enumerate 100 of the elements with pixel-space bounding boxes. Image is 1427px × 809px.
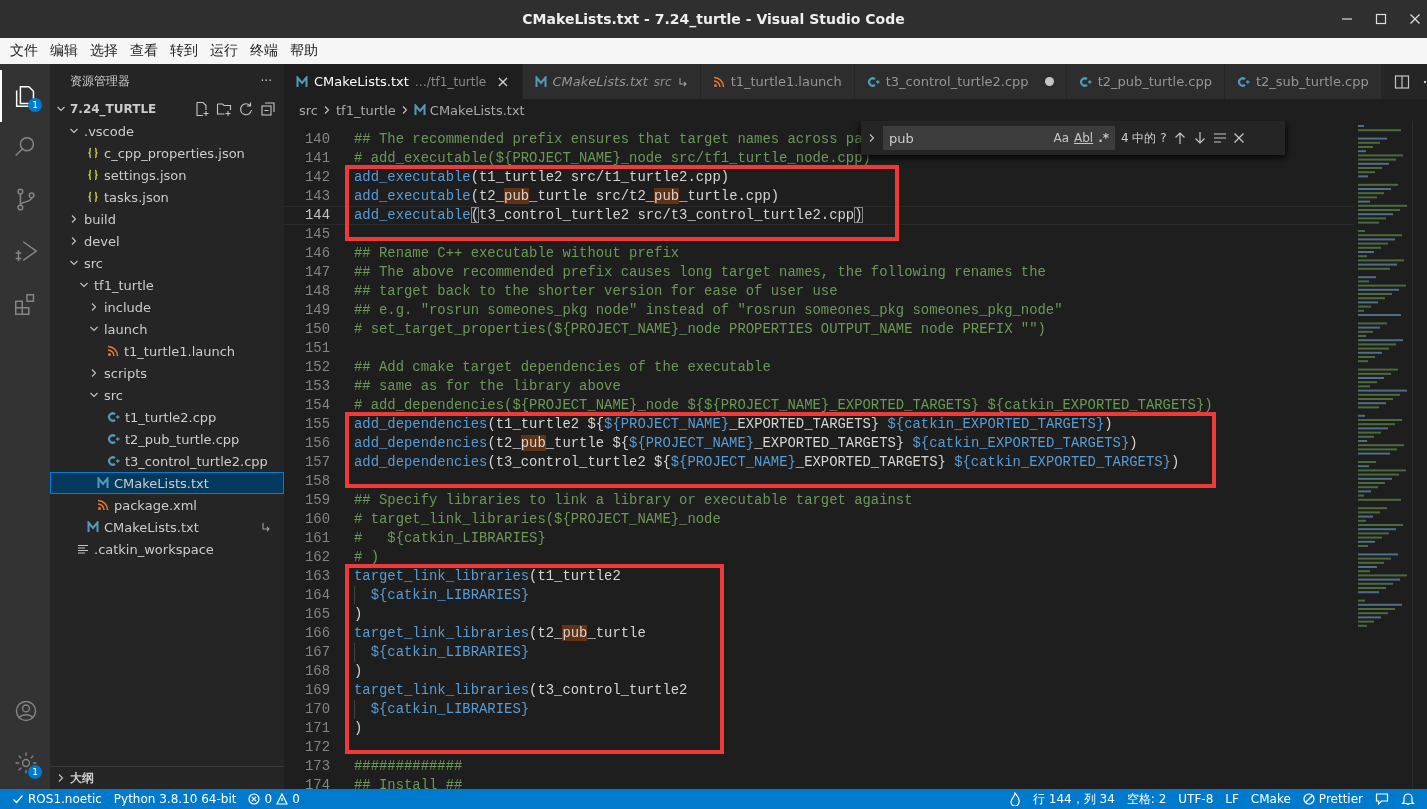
breadcrumb-item[interactable]: tf1_turtle (336, 102, 396, 118)
menu-item[interactable]: 选择 (84, 42, 124, 60)
menu-item[interactable]: 编辑 (44, 42, 84, 60)
menu-item[interactable]: 转到 (164, 42, 204, 60)
flame-icon[interactable] (1008, 792, 1021, 806)
editor-tab[interactable]: t1_turtle1.launch (700, 64, 855, 99)
chevron-down-icon[interactable] (89, 324, 99, 334)
code-line: add_executable(t3_control_turtle2 src/t3_control_turtle2.cpp) (354, 207, 863, 224)
chevron-down-icon[interactable] (89, 390, 99, 400)
status-item[interactable]: Python 3.8.10 64-bit (107, 792, 243, 806)
code-line: ) (354, 662, 363, 681)
chevron-right-icon[interactable] (69, 214, 79, 224)
collapse-all-icon[interactable] (260, 101, 276, 117)
find-option-toggle[interactable]: Aa (1051, 131, 1071, 145)
chevron-right-icon[interactable] (89, 368, 99, 378)
line-number: 171 (304, 719, 330, 738)
editor-tab[interactable]: t2_sub_turtle.cpp (1224, 64, 1382, 99)
find-option-toggle[interactable]: .* (1096, 131, 1111, 145)
c-file-icon (1236, 75, 1250, 88)
tree-item[interactable]: CMakeLists.txt (50, 516, 284, 538)
editor-tab[interactable]: t2_pub_turtle.cpp (1066, 64, 1225, 99)
tree-item[interactable]: c_cpp_properties.json (50, 142, 284, 164)
m-file-icon (296, 75, 308, 88)
line-number: 165 (304, 605, 330, 624)
maximize-icon[interactable] (1375, 13, 1387, 25)
menu-item[interactable]: 查看 (124, 42, 164, 60)
tree-item[interactable]: t2_pub_turtle.cpp (50, 428, 284, 450)
chevron-right-icon[interactable] (56, 773, 66, 783)
tree-item[interactable]: scripts (50, 362, 284, 384)
breadcrumb-item[interactable]: src (299, 102, 318, 118)
tree-item[interactable]: package.xml (50, 494, 284, 516)
tree-item[interactable]: .vscode (50, 120, 284, 142)
line-number: 154 (304, 396, 330, 415)
workspace-header[interactable]: 7.24_TURTLE (50, 98, 284, 120)
prettier-status[interactable]: Prettier (1296, 792, 1369, 806)
status-item[interactable]: LF (1219, 792, 1245, 806)
menu-item[interactable]: 终端 (244, 42, 284, 60)
chevron-down-icon[interactable] (69, 258, 79, 268)
error-icon (248, 793, 261, 805)
code-line: add_executable(t2_pub_turtle src/t2_pub_turtle.cpp) (354, 187, 780, 206)
check-icon (12, 793, 24, 805)
chevron-right-icon[interactable] (69, 236, 79, 246)
feedback-icon[interactable] (1375, 792, 1389, 806)
status-item[interactable]: 行 144，列 34 (1026, 790, 1121, 808)
split-editor-icon[interactable] (1393, 73, 1410, 90)
m-file-icon (97, 477, 109, 489)
account-icon[interactable] (13, 698, 39, 724)
tree-item[interactable]: include (50, 296, 284, 318)
remote-status[interactable]: ROS1.noetic (6, 792, 108, 806)
code-line: ## Specify libraries to link a library or executable target against (354, 491, 913, 510)
chevron-down-icon[interactable] (79, 280, 89, 290)
editor-tab[interactable]: CMakeLists.txt src (522, 64, 701, 99)
menu-item[interactable]: 帮助 (284, 42, 324, 60)
chevron-right-icon[interactable] (89, 302, 99, 312)
find-in-selection-icon[interactable] (1212, 131, 1227, 145)
find-input[interactable]: pub Aa Abl .* (883, 126, 1115, 150)
close-tab-button[interactable]: × (496, 72, 510, 91)
status-item[interactable]: UTF-8 (1172, 792, 1220, 806)
line-number: 161 (304, 529, 330, 548)
close-icon[interactable] (1232, 132, 1245, 144)
more-actions-button[interactable]: ··· (260, 74, 272, 88)
new-folder-icon[interactable] (216, 101, 232, 117)
menu-item[interactable]: 文件 (4, 42, 44, 60)
tree-item[interactable]: .catkin_workspace (50, 538, 284, 560)
status-item[interactable]: 空格: 2 (1120, 790, 1173, 808)
arrow-down-icon[interactable] (1192, 131, 1207, 145)
tree-item[interactable]: t3_control_turtle2.cpp (50, 450, 284, 472)
tree-item[interactable]: tf1_turtle (50, 274, 284, 296)
code-line: add_dependencies(t1_turtle2 ${${PROJECT_NAME}_EXPORTED_TARGETS} ${catkin_EXPORTED_TARGETS}) (354, 415, 1113, 434)
settings-icon[interactable] (13, 750, 39, 776)
line-number: 147 (304, 263, 330, 282)
chevron-right-icon[interactable] (867, 133, 877, 143)
menu-item[interactable]: 运行 (204, 42, 244, 60)
close-icon[interactable] (1409, 13, 1421, 25)
editor-tab[interactable]: CMakeLists.txt …/tf1_turtle × (284, 64, 523, 99)
tree-item[interactable]: settings.json (50, 164, 284, 186)
breadcrumb-item[interactable]: CMakeLists.txt (413, 102, 525, 118)
tree-item[interactable]: build (50, 208, 284, 230)
editor-tab[interactable]: t3_control_turtle2.cpp (854, 64, 1067, 99)
new-file-icon[interactable] (194, 101, 210, 117)
chevron-down-icon[interactable] (56, 104, 66, 114)
chevron-right-icon[interactable] (322, 105, 332, 115)
code-line: ${catkin_LIBRARIES} (370, 643, 530, 662)
tree-item[interactable]: launch (50, 318, 284, 340)
tree-item[interactable]: src (50, 252, 284, 274)
problems-status[interactable]: 0 0 (242, 792, 306, 806)
line-number: 172 (304, 738, 330, 757)
tree-item[interactable]: CMakeLists.txt (50, 472, 284, 494)
tree-item[interactable]: devel (50, 230, 284, 252)
status-item[interactable]: CMake (1244, 792, 1297, 806)
tree-item[interactable]: t1_turtle2.cpp (50, 406, 284, 428)
tree-item[interactable]: t1_turtle1.launch (50, 340, 284, 362)
chevron-down-icon[interactable] (69, 126, 79, 136)
find-option-toggle[interactable]: Abl (1071, 130, 1097, 146)
refresh-icon[interactable] (238, 101, 254, 117)
tree-item[interactable]: src (50, 384, 284, 406)
tree-item[interactable]: tasks.json (50, 186, 284, 208)
line-number: 149 (304, 301, 330, 320)
c-file-icon (866, 75, 880, 88)
bell-icon[interactable] (1401, 792, 1415, 806)
